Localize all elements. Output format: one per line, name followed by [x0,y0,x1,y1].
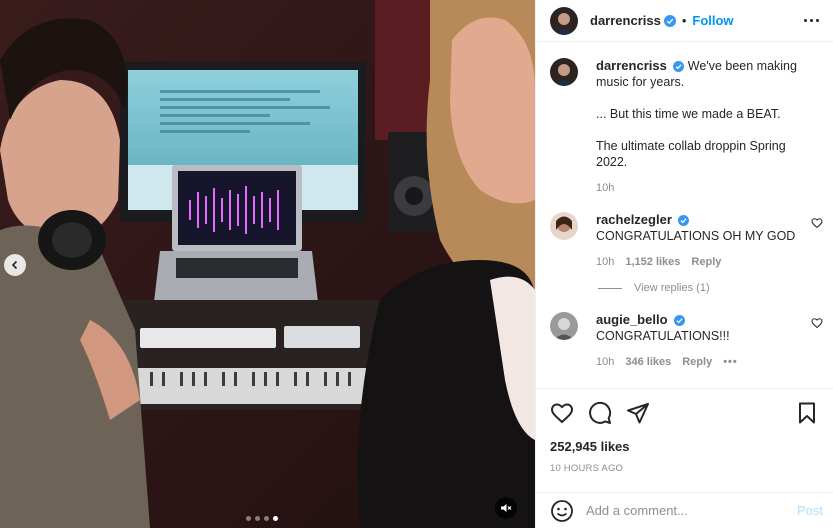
comment-more-button[interactable]: ••• [723,356,738,368]
post-caption: darrencriss We've been making music for … [550,58,823,194]
add-comment-bar: Post [536,492,833,528]
more-icon [804,19,807,22]
carousel-dot [255,516,260,521]
replies-divider [598,287,622,289]
reply-button[interactable]: Reply [691,256,721,268]
carousel-dot [246,516,251,521]
carousel-indicator [246,516,278,521]
comment-likes[interactable]: 346 likes [625,356,671,368]
photo-recording-studio [0,0,535,528]
chevron-left-icon [11,260,18,270]
comment-timestamp[interactable]: 10h [596,356,614,368]
caption-text: darrencriss We've been making music for … [596,58,811,170]
comment-timestamp[interactable]: 10h [596,256,614,268]
comment-input[interactable] [586,503,797,518]
post-side-panel: darrencriss • Follow darrencriss We've b… [535,0,833,528]
comment-like-icon[interactable] [811,317,823,329]
comment-like-icon[interactable] [811,217,823,229]
emoji-icon[interactable] [550,499,574,523]
author-avatar[interactable] [550,6,578,35]
caption-meta: 10h [596,182,811,194]
post-comment-button[interactable]: Post [797,503,823,518]
comment-meta: 10h 1,152 likes Reply [596,256,811,268]
post-header: darrencriss • Follow [536,0,833,42]
commenter-avatar[interactable] [550,312,578,340]
reply-button[interactable]: Reply [682,356,712,368]
comment-text: augie_bello CONGRATULATIONS!!! [596,312,811,344]
likes-count[interactable]: 252,945 likes [550,439,819,454]
caption-line: ... But this time we made a BEAT. [596,107,781,121]
mute-icon [501,504,512,512]
comment-body: CONGRATULATIONS!!! [596,329,730,343]
separator-bullet: • [681,13,687,28]
comments-list[interactable]: darrencriss We've been making music for … [550,58,823,388]
caption-line: The ultimate collab droppin Spring 2022. [596,139,786,169]
view-replies-button[interactable]: View replies (1) [598,282,823,294]
caption-timestamp[interactable]: 10h [596,182,614,194]
comment-body: CONGRATULATIONS OH MY GOD [596,229,796,243]
verified-icon [663,14,676,27]
carousel-dot [264,516,269,521]
action-bar [550,401,819,425]
comment-likes[interactable]: 1,152 likes [625,256,680,268]
commenter-username[interactable]: augie_bello [596,312,668,327]
author-avatar[interactable] [550,58,578,86]
follow-button[interactable]: Follow [692,13,733,28]
post-timestamp[interactable]: 10 HOURS AGO [550,463,819,474]
commenter-username[interactable]: rachelzegler [596,212,672,227]
share-icon[interactable] [626,401,650,425]
carousel-dot-active [273,516,278,521]
heart-icon[interactable] [550,401,574,425]
post-actions: 252,945 likes 10 HOURS AGO [536,388,833,474]
carousel-prev-button[interactable] [4,254,26,276]
comment-meta: 10h 346 likes Reply ••• [596,356,811,368]
verified-icon [674,315,686,327]
view-replies-label: View replies (1) [634,282,710,294]
post-media[interactable] [0,0,535,528]
verified-icon [678,215,690,227]
comment-text: rachelzegler CONGRATULATIONS OH MY GOD [596,212,811,244]
comment-icon[interactable] [588,401,612,425]
commenter-avatar[interactable] [550,212,578,240]
author-username[interactable]: darrencriss [590,13,661,28]
caption-username[interactable]: darrencriss [596,58,667,73]
save-icon[interactable] [795,401,819,425]
comment-item: rachelzegler CONGRATULATIONS OH MY GOD 1… [550,212,823,268]
mute-toggle-button[interactable] [495,497,517,519]
verified-icon [673,61,685,73]
comment-item: augie_bello CONGRATULATIONS!!! 10h 346 l… [550,312,823,368]
more-options-button[interactable] [804,19,819,22]
